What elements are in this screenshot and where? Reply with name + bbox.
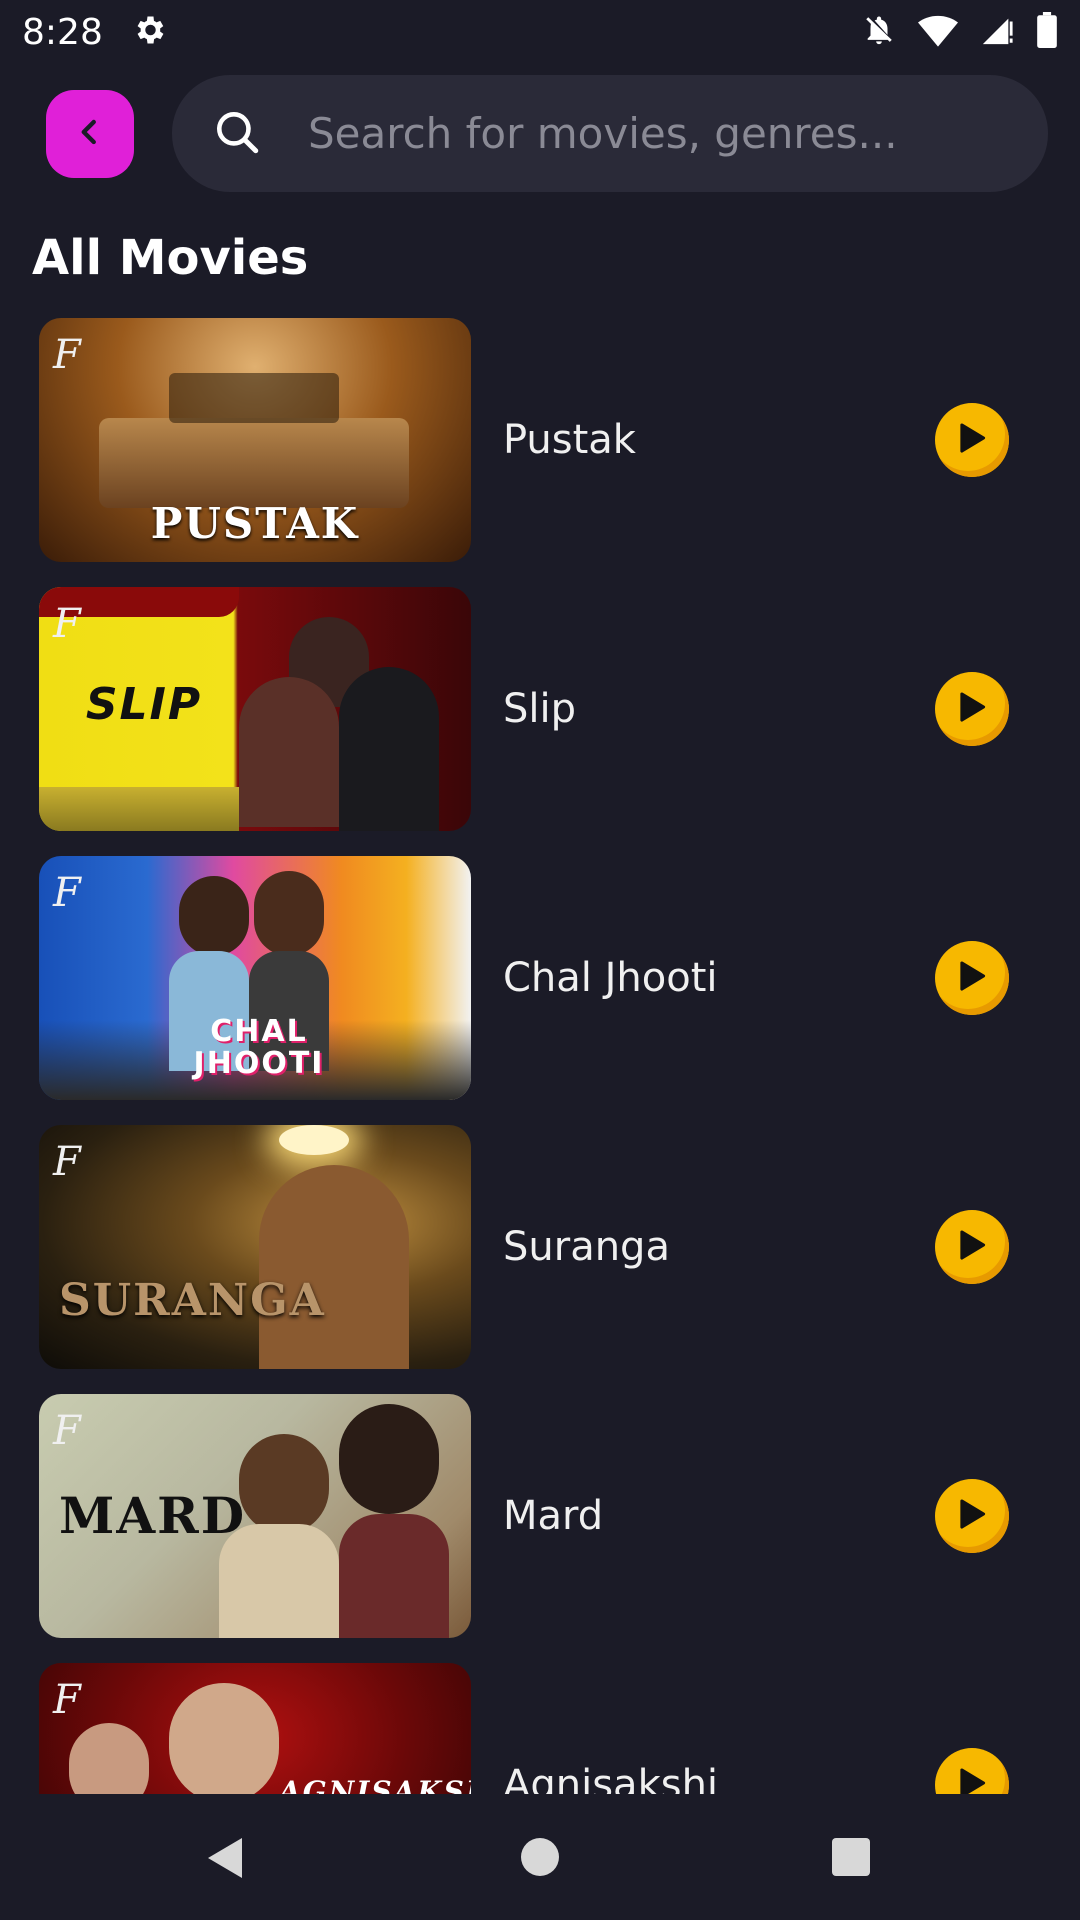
search-bar[interactable]	[172, 75, 1048, 192]
movie-title[interactable]: Agnisakshi	[503, 1761, 718, 1794]
back-button[interactable]	[46, 90, 134, 178]
play-icon	[957, 1229, 987, 1265]
wifi-icon	[918, 13, 958, 51]
movie-poster[interactable]: F MARD	[39, 1394, 471, 1638]
play-button[interactable]	[935, 1210, 1009, 1284]
poster-title: PUSTAK	[150, 499, 360, 548]
chevron-left-icon	[75, 117, 105, 151]
play-button[interactable]	[935, 941, 1009, 1015]
brand-logo-icon: F	[53, 1677, 81, 1723]
play-icon	[957, 691, 987, 727]
movie-row[interactable]: F CHAL JHOOTI Chal Jhooti	[0, 856, 1080, 1100]
nav-recents-icon[interactable]	[832, 1838, 870, 1876]
play-button[interactable]	[935, 1748, 1009, 1794]
play-icon	[957, 1498, 987, 1534]
movie-poster[interactable]: F CHAL JHOOTI	[39, 856, 471, 1100]
movie-poster[interactable]: F SLIP	[39, 587, 471, 831]
settings-icon	[131, 12, 167, 52]
notifications-off-icon	[862, 12, 896, 52]
nav-back-icon[interactable]	[206, 1836, 246, 1884]
system-nav-bar	[0, 1794, 1080, 1920]
play-icon	[957, 422, 987, 458]
movie-row[interactable]: F SURANGA Suranga	[0, 1125, 1080, 1369]
poster-title: CHAL JHOOTI	[193, 1014, 325, 1081]
play-icon	[957, 960, 987, 996]
movie-poster[interactable]: F SURANGA	[39, 1125, 471, 1369]
poster-title: MARD	[59, 1486, 247, 1545]
poster-title: SLIP	[85, 679, 203, 730]
movie-row[interactable]: F SLIP Slip	[0, 587, 1080, 831]
section-title: All Movies	[32, 230, 309, 286]
movie-poster[interactable]: F AGNISAKSHI	[39, 1663, 471, 1794]
search-icon[interactable]	[212, 107, 262, 161]
brand-logo-icon: F	[53, 1408, 81, 1454]
movie-row[interactable]: F PUSTAK Pustak	[0, 318, 1080, 562]
battery-icon	[1036, 12, 1058, 52]
play-icon	[957, 1767, 987, 1794]
movie-title[interactable]: Chal Jhooti	[503, 954, 718, 1002]
brand-logo-icon: F	[53, 1139, 81, 1185]
movie-title[interactable]: Suranga	[503, 1223, 670, 1271]
signal-icon	[980, 13, 1014, 51]
movie-row[interactable]: F MARD Mard	[0, 1394, 1080, 1638]
poster-title: SURANGA	[59, 1275, 326, 1326]
brand-logo-icon: F	[53, 601, 81, 647]
play-button[interactable]	[935, 672, 1009, 746]
nav-home-icon[interactable]	[521, 1838, 559, 1876]
movie-title[interactable]: Slip	[503, 685, 576, 733]
play-button[interactable]	[935, 1479, 1009, 1553]
brand-logo-icon: F	[53, 870, 81, 916]
poster-title: AGNISAKSHI	[279, 1775, 471, 1794]
search-input[interactable]	[306, 108, 1010, 159]
brand-logo-icon: F	[53, 332, 81, 378]
status-bar: 8:28	[0, 0, 1080, 64]
play-button[interactable]	[935, 403, 1009, 477]
movie-title[interactable]: Pustak	[503, 416, 636, 464]
movie-list[interactable]: F PUSTAK Pustak F SLIP Slip F CHAL JHOOT…	[0, 318, 1080, 1794]
movie-poster[interactable]: F PUSTAK	[39, 318, 471, 562]
status-time: 8:28	[22, 11, 103, 53]
movie-title[interactable]: Mard	[503, 1492, 603, 1540]
movie-row[interactable]: F AGNISAKSHI Agnisakshi	[0, 1663, 1080, 1794]
